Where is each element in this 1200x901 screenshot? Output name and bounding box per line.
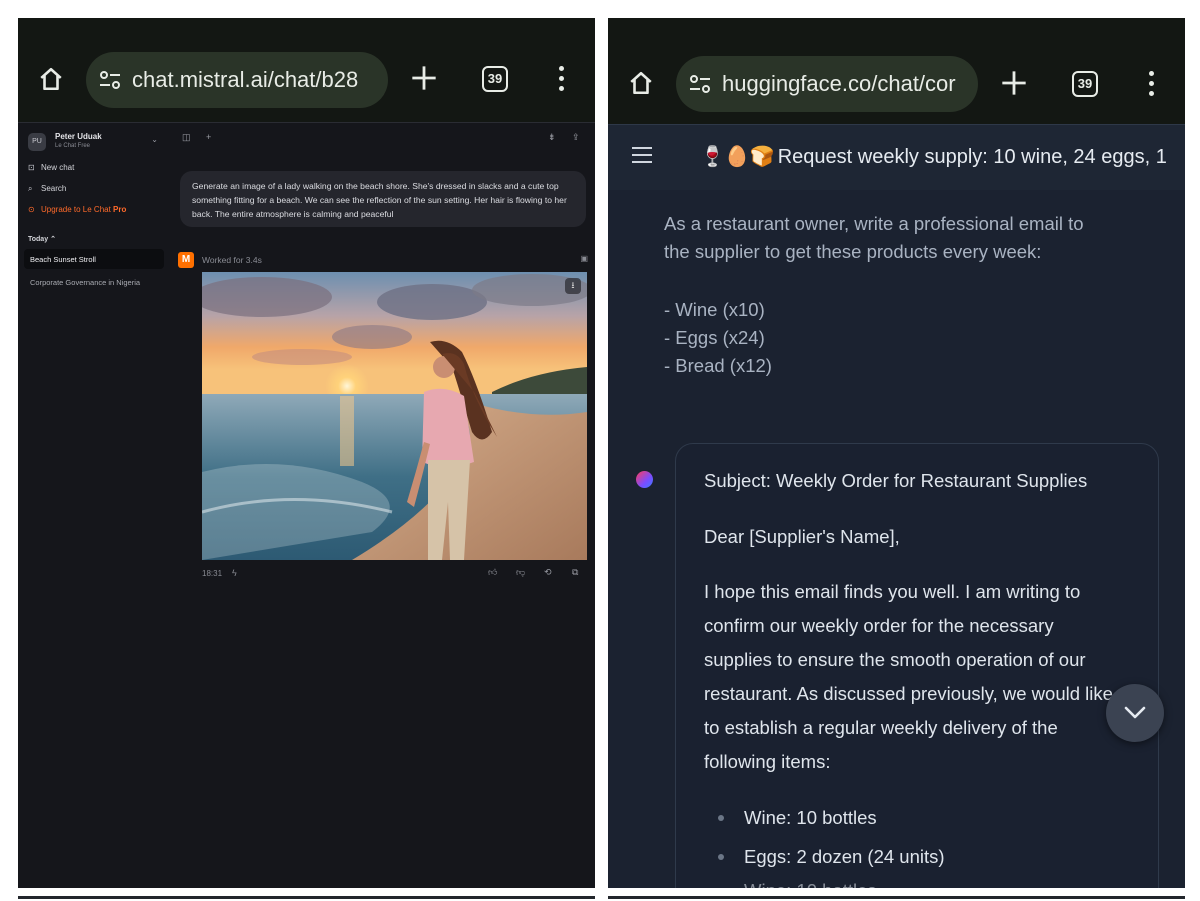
mistral-screenshot-panel: chat.mistral.ai/chat/b28 39 PU Peter Udu…: [18, 18, 595, 888]
copy-icon[interactable]: ⧉: [572, 567, 578, 578]
scroll-to-bottom-button[interactable]: [1106, 684, 1164, 742]
chat-item-beach-sunset-stroll[interactable]: Beach Sunset Stroll: [24, 249, 164, 269]
site-settings-icon[interactable]: [688, 72, 712, 96]
section-today-label: Today: [28, 236, 49, 243]
generated-image[interactable]: ⭳: [202, 272, 587, 560]
chat-toolbar: ◫ + ⇟ ⇪: [166, 122, 595, 152]
new-tab-icon[interactable]: [1000, 69, 1028, 97]
assistant-avatar-icon: [636, 471, 653, 488]
search-icon: ⌕: [28, 184, 33, 193]
new-chat-icon: ⊡: [28, 163, 35, 172]
avatar: PU: [28, 133, 46, 151]
title-text: Request weekly supply: 10 wine, 24 eggs,…: [777, 146, 1167, 168]
message-timestamp: 18:31: [202, 569, 223, 578]
pin-icon[interactable]: ⇟: [548, 132, 556, 143]
prompt-product-list: - Wine (x10) - Eggs (x24) - Bread (x12): [664, 296, 772, 380]
user-plan: Le Chat Free: [55, 143, 91, 149]
mistral-logo-icon: M: [178, 252, 194, 268]
home-icon[interactable]: [38, 66, 64, 92]
new-chat-plus-icon[interactable]: +: [206, 132, 211, 142]
download-icon[interactable]: ⭳: [565, 278, 581, 294]
user-prompt: As a restaurant owner, write a professio…: [664, 210, 1144, 266]
site-settings-icon[interactable]: [98, 68, 122, 92]
url-text: huggingface.co/chat/cor: [722, 71, 956, 96]
address-bar[interactable]: chat.mistral.ai/chat/b28: [86, 52, 388, 108]
hamburger-menu-icon[interactable]: [632, 147, 652, 167]
list-item: Wine: 10 bottles: [744, 807, 877, 828]
huggingchat-screenshot-panel: huggingface.co/chat/cor 39 🍷🥚🍞 Request we…: [608, 18, 1185, 888]
new-chat-label: New chat: [41, 163, 75, 172]
new-tab-icon[interactable]: [410, 64, 438, 92]
url-text: chat.mistral.ai/chat/b28: [132, 67, 359, 92]
user-prompt-bubble: Generate an image of a lady walking on t…: [180, 171, 586, 227]
user-name: Peter Uduak: [55, 132, 102, 141]
email-paragraph: I hope this email finds you well. I am w…: [704, 581, 1113, 772]
upgrade-link[interactable]: ⊙ Upgrade to Le Chat Pro: [28, 205, 126, 219]
thumbs-down-icon[interactable]: 👎︎: [516, 567, 525, 578]
section-today[interactable]: Today ⌃: [28, 235, 56, 243]
user-menu[interactable]: PU Peter Uduak Le Chat Free ⌄: [26, 129, 162, 155]
bullet-icon: [718, 815, 726, 823]
search-button[interactable]: ⌕ Search: [28, 184, 66, 198]
list-item: - Wine (x10): [664, 299, 765, 320]
list-item: Wine: 10 bottles: [744, 880, 877, 888]
overflow-menu-icon[interactable]: [1146, 71, 1156, 99]
beach-sunset-illustration: [202, 272, 587, 560]
email-subject: Subject: Weekly Order for Restaurant Sup…: [704, 470, 1088, 491]
browser-toolbar: huggingface.co/chat/cor 39: [608, 18, 1185, 124]
image-icon[interactable]: ▣: [580, 254, 588, 263]
assistant-header: M Worked for 3.4s ▣: [178, 252, 588, 268]
conversation-title: 🍷🥚🍞 Request weekly supply: 10 wine, 24 eg…: [700, 144, 1167, 169]
sidebar-toggle-icon[interactable]: ◫: [182, 132, 191, 143]
title-emojis: 🍷🥚🍞: [700, 146, 775, 168]
share-icon[interactable]: ⇪: [572, 132, 580, 143]
upgrade-label: Upgrade to Le Chat: [41, 205, 114, 214]
bullet-icon: [718, 854, 726, 862]
list-item: Eggs: 2 dozen (24 units): [744, 846, 945, 867]
chevron-down-icon: [1124, 706, 1146, 719]
worked-duration: Worked for 3.4s: [202, 255, 262, 265]
upgrade-pro-label: Pro: [113, 205, 127, 214]
chat-item-corporate-governance[interactable]: Corporate Governance in Nigeria: [24, 272, 164, 292]
prompt-line: the supplier to get these products every…: [664, 241, 1042, 262]
list-item: - Eggs (x24): [664, 327, 765, 348]
upgrade-icon: ⊙: [28, 205, 35, 214]
tab-switcher-button[interactable]: 39: [1072, 71, 1098, 97]
lightning-icon: ϟ: [232, 568, 237, 578]
home-icon[interactable]: [628, 70, 654, 96]
bottom-divider: [18, 896, 595, 899]
tab-switcher-button[interactable]: 39: [482, 66, 508, 92]
overflow-menu-icon[interactable]: [556, 66, 566, 94]
list-item: - Bread (x12): [664, 355, 772, 376]
chevron-down-icon: ⌄: [151, 135, 158, 144]
conversation-header: 🍷🥚🍞 Request weekly supply: 10 wine, 24 eg…: [608, 124, 1185, 190]
regenerate-icon[interactable]: ⟲: [544, 567, 552, 578]
email-greeting: Dear [Supplier's Name],: [704, 526, 900, 547]
thumbs-up-icon[interactable]: 👍︎: [488, 567, 497, 578]
chevron-up-icon: ⌃: [50, 236, 56, 243]
search-label: Search: [41, 184, 67, 193]
browser-toolbar: chat.mistral.ai/chat/b28 39: [18, 18, 595, 122]
bottom-divider: [608, 896, 1185, 899]
prompt-line: As a restaurant owner, write a professio…: [664, 213, 1084, 234]
sidebar: PU Peter Uduak Le Chat Free ⌄ ⊡ New chat …: [18, 122, 166, 888]
new-chat-button[interactable]: ⊡ New chat: [28, 163, 74, 177]
address-bar[interactable]: huggingface.co/chat/cor: [676, 56, 978, 112]
